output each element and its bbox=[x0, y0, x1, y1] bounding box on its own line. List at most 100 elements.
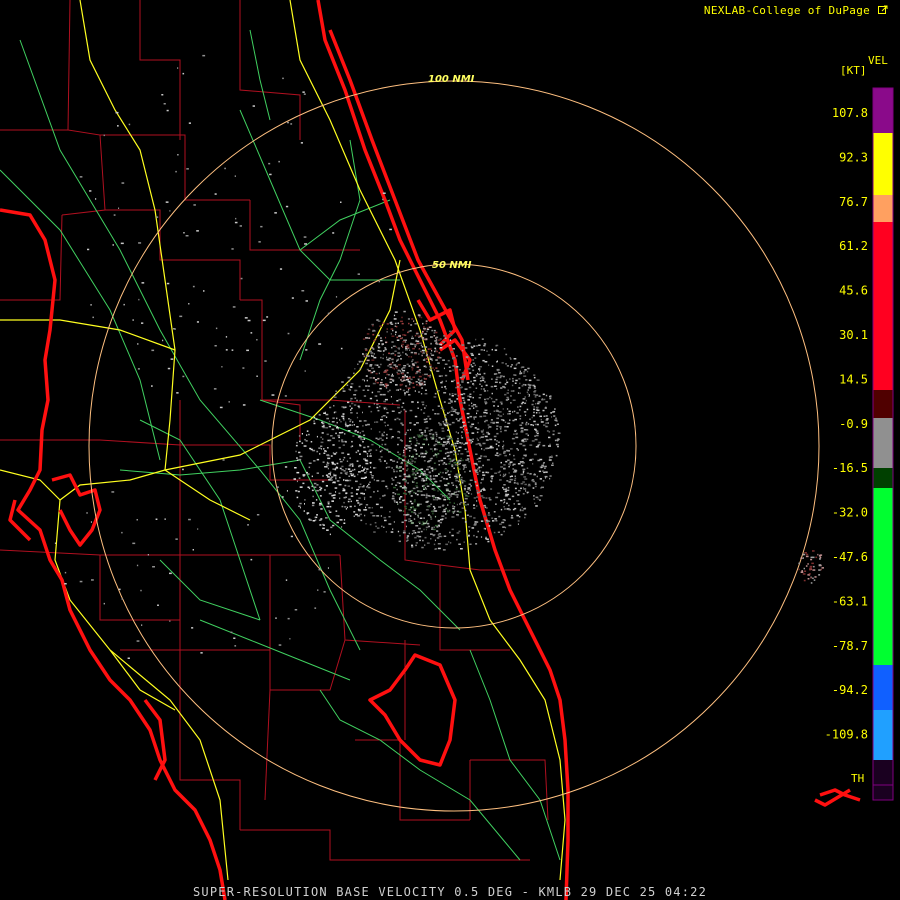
radar-return-pixel bbox=[436, 435, 438, 437]
radar-return-pixel bbox=[483, 415, 487, 417]
radar-return-pixel bbox=[92, 316, 94, 319]
radar-return-pixel bbox=[373, 340, 376, 342]
radar-return-pixel bbox=[502, 447, 504, 450]
radar-return-pixel bbox=[347, 485, 350, 487]
radar-return-pixel bbox=[467, 487, 471, 489]
radar-return-pixel bbox=[465, 459, 469, 461]
radar-return-pixel bbox=[422, 338, 425, 340]
radar-return-pixel bbox=[437, 485, 441, 488]
radar-return-pixel bbox=[391, 483, 393, 485]
radar-return-pixel bbox=[294, 609, 298, 611]
radar-return-pixel bbox=[377, 409, 380, 412]
radar-return-pixel bbox=[502, 413, 504, 415]
radar-return-pixel bbox=[436, 537, 440, 539]
radar-return-pixel bbox=[175, 538, 178, 540]
radar-return-pixel bbox=[162, 339, 164, 342]
radar-return-pixel bbox=[203, 290, 205, 292]
nexlab-credit[interactable]: NEXLAB-College of DuPage bbox=[704, 4, 888, 17]
radar-return-pixel bbox=[449, 476, 451, 479]
radar-return-pixel bbox=[514, 382, 517, 384]
radar-return-pixel bbox=[379, 325, 382, 327]
radar-return-pixel bbox=[89, 190, 92, 192]
external-link-icon bbox=[878, 5, 888, 14]
radar-return-pixel bbox=[381, 439, 384, 441]
radar-return-pixel bbox=[469, 396, 472, 398]
radar-return-pixel bbox=[443, 335, 446, 337]
radar-return-pixel bbox=[454, 475, 458, 478]
radar-return-pixel bbox=[380, 339, 383, 342]
radar-return-pixel bbox=[396, 371, 398, 374]
radar-return-pixel bbox=[487, 354, 491, 356]
radar-return-pixel bbox=[494, 454, 498, 456]
radar-return-pixel bbox=[313, 420, 315, 422]
radar-return-pixel bbox=[519, 370, 521, 373]
radar-return-pixel bbox=[475, 345, 479, 347]
radar-return-pixel bbox=[540, 421, 544, 423]
radar-return-pixel bbox=[442, 549, 446, 551]
radar-return-pixel bbox=[406, 512, 409, 514]
radar-return-pixel bbox=[302, 474, 306, 476]
radar-return-pixel bbox=[351, 465, 354, 467]
radar-return-pixel bbox=[450, 459, 452, 461]
radar-return-pixel bbox=[325, 517, 328, 519]
radar-return-pixel bbox=[423, 460, 426, 462]
radar-return-pixel bbox=[430, 467, 434, 469]
radar-return-pixel bbox=[152, 566, 155, 568]
radar-return-pixel bbox=[523, 438, 527, 440]
radar-return-pixel bbox=[545, 415, 548, 417]
radar-return-pixel bbox=[441, 427, 444, 430]
radar-return-pixel bbox=[364, 467, 366, 469]
radar-return-pixel bbox=[416, 493, 419, 496]
legend-tick-label: -78.7 bbox=[832, 639, 868, 653]
radar-return-pixel bbox=[382, 415, 386, 417]
radar-return-pixel bbox=[444, 337, 447, 339]
radar-return-pixel bbox=[548, 459, 552, 461]
radar-return-pixel bbox=[433, 335, 436, 337]
radar-return-pixel bbox=[437, 520, 440, 523]
radar-return-pixel bbox=[408, 365, 411, 367]
radar-return-pixel bbox=[814, 576, 817, 578]
radar-return-pixel bbox=[476, 428, 480, 430]
radar-return-pixel bbox=[365, 353, 368, 355]
radar-return-pixel bbox=[383, 526, 385, 528]
radar-return-pixel bbox=[409, 349, 411, 351]
radar-return-pixel bbox=[500, 508, 503, 511]
radar-return-pixel bbox=[327, 567, 329, 569]
radar-return-pixel bbox=[385, 466, 388, 469]
radar-return-pixel bbox=[812, 569, 816, 571]
radar-return-pixel bbox=[453, 491, 457, 494]
radar-return-pixel bbox=[428, 430, 431, 432]
radar-return-pixel bbox=[429, 459, 432, 462]
radar-return-pixel bbox=[287, 121, 289, 124]
radar-return-pixel bbox=[183, 232, 185, 234]
radar-return-pixel bbox=[484, 528, 486, 530]
radar-return-pixel bbox=[447, 359, 450, 362]
radar-return-pixel bbox=[414, 345, 416, 348]
radar-return-pixel bbox=[433, 329, 436, 332]
radar-return-pixel bbox=[474, 521, 477, 523]
radar-return-pixel bbox=[328, 425, 331, 428]
radar-return-pixel bbox=[499, 479, 502, 481]
radar-return-pixel bbox=[163, 103, 166, 105]
radar-return-pixel bbox=[351, 402, 354, 405]
radar-return-pixel bbox=[497, 531, 500, 533]
radar-return-pixel bbox=[476, 500, 478, 502]
radar-return-pixel bbox=[438, 473, 440, 475]
radar-return-pixel bbox=[526, 467, 529, 469]
radar-return-pixel bbox=[467, 399, 470, 401]
radar-return-pixel bbox=[397, 503, 399, 505]
radar-return-pixel bbox=[494, 381, 498, 383]
radar-return-pixel bbox=[345, 492, 348, 494]
radar-return-pixel bbox=[544, 398, 546, 401]
radar-return-pixel bbox=[320, 518, 323, 520]
radar-return-pixel bbox=[342, 390, 346, 392]
radar-return-pixel bbox=[320, 436, 322, 439]
radar-return-pixel bbox=[436, 343, 439, 345]
radar-return-pixel bbox=[172, 328, 175, 330]
radar-return-pixel bbox=[459, 442, 461, 444]
radar-return-pixel bbox=[414, 362, 417, 364]
radar-return-pixel bbox=[381, 416, 383, 418]
radar-return-pixel bbox=[483, 372, 486, 375]
radar-return-pixel bbox=[410, 511, 414, 513]
radar-return-pixel bbox=[366, 359, 370, 362]
